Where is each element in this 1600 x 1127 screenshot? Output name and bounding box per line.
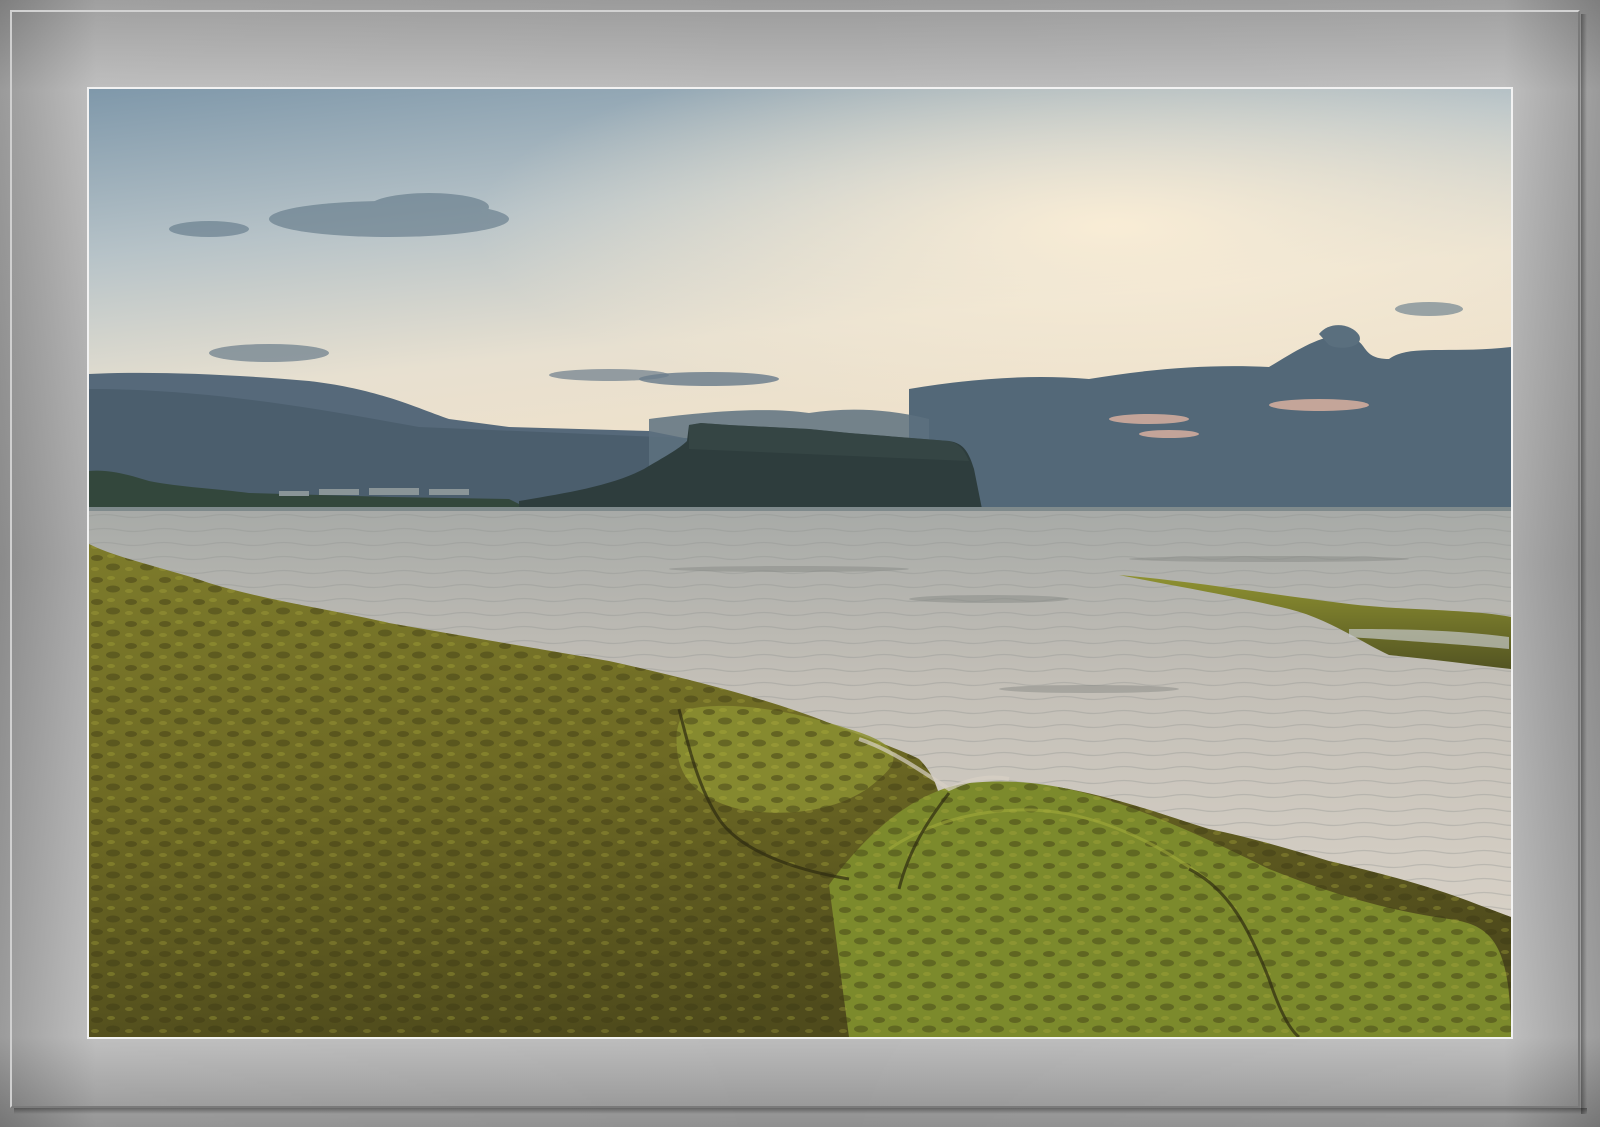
frame-shadow-bottom <box>14 1108 1587 1114</box>
horizon-line <box>89 507 1511 511</box>
frame-shadow-right <box>1581 14 1587 1114</box>
landscape-photo <box>87 87 1513 1039</box>
photo-canvas <box>89 89 1511 1037</box>
